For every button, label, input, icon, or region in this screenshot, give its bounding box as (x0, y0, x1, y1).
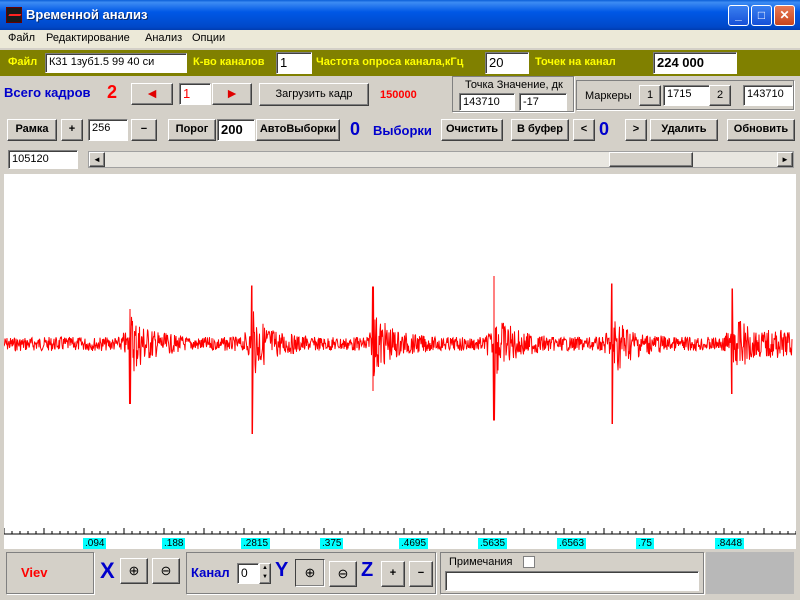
horizontal-scrollbar[interactable]: ◄ ► (88, 151, 794, 168)
notes-label: Примечания (449, 556, 513, 568)
x-axis-label: X (100, 558, 115, 583)
zoom-out-icon: ⊖ (160, 563, 172, 578)
channel-spinner[interactable]: ▲ ▼ (259, 563, 271, 584)
total-frames-value: 2 (107, 82, 118, 102)
z-minus-button[interactable]: − (409, 561, 433, 587)
zoom-out-icon: ⊖ (337, 566, 349, 581)
y-zoom-out-button[interactable]: ⊖ (329, 561, 357, 587)
threshold-button[interactable]: Порог (168, 119, 216, 141)
auto-samples-button[interactable]: АвтоВыборки (256, 119, 340, 141)
scroll-right-arrow[interactable]: ► (777, 152, 793, 167)
minimize-button[interactable]: _ (728, 5, 749, 26)
close-button[interactable]: ✕ (774, 5, 795, 26)
menu-options[interactable]: Опции (192, 32, 225, 44)
bottom-spacer (706, 552, 794, 594)
scroll-position-field[interactable]: 105120 (8, 150, 78, 169)
signal-waveform (4, 276, 793, 435)
point-value-header: Точка Значение, дк (465, 79, 563, 91)
file-name-field[interactable]: К31 1зуб1.5 99 40 си (45, 53, 187, 73)
buffer-count: 0 (599, 119, 610, 139)
window-title: Временной анализ (26, 7, 148, 22)
buffer-prev-button[interactable]: < (573, 119, 595, 141)
samples-count: 0 (350, 119, 361, 139)
load-count: 150000 (380, 89, 417, 101)
notes-checkbox[interactable] (523, 556, 535, 568)
frame-number-field[interactable]: 1 (179, 83, 211, 105)
channel-field[interactable]: 0 (237, 563, 259, 584)
threshold-field[interactable]: 200 (217, 119, 255, 141)
view-label: Viev (21, 565, 48, 580)
marker1-button[interactable]: 1 (639, 85, 661, 106)
signal-trace (4, 276, 793, 435)
delete-button[interactable]: Удалить (650, 119, 718, 141)
x-zoom-out-button[interactable]: ⊖ (152, 558, 180, 584)
y-axis-label: Y (275, 559, 289, 581)
sample-rate-field[interactable]: 20 (485, 52, 529, 74)
signal-plot[interactable] (4, 174, 796, 549)
point-field[interactable]: 143710 (459, 93, 515, 111)
scroll-thumb[interactable] (609, 152, 693, 167)
view-panel: Viev (6, 552, 94, 594)
channel-panel: Канал 0 ▲ ▼ Y ⊕ ⊖ Z + − (186, 552, 436, 594)
menu-edit[interactable]: Редактирование (46, 32, 130, 44)
clear-button[interactable]: Очистить (441, 119, 503, 141)
markers-label: Маркеры (585, 90, 632, 102)
total-frames-label: Всего кадров (4, 85, 91, 100)
load-frame-button[interactable]: Загрузить кадр (259, 83, 369, 106)
axis-tick-label: .75 (636, 538, 654, 549)
frame-minus-button[interactable]: − (131, 119, 157, 141)
menu-file[interactable]: Файл (8, 32, 35, 44)
zoom-in-icon: ⊕ (128, 563, 140, 578)
point-panel: Точка Значение, дк 143710 -17 (452, 76, 574, 112)
frame-button[interactable]: Рамка (7, 119, 57, 141)
frame-size-field[interactable]: 256 (88, 119, 128, 141)
to-buffer-button[interactable]: В буфер (511, 119, 569, 141)
frame-plus-button[interactable]: + (61, 119, 83, 141)
prev-frame-button[interactable]: ◄ (131, 83, 173, 105)
marker2-button[interactable]: 2 (709, 85, 731, 106)
samples-label: Выборки (373, 123, 432, 138)
channels-field[interactable]: 1 (276, 52, 312, 74)
z-axis-label: Z (361, 559, 374, 581)
file-info-bar: Файл К31 1зуб1.5 99 40 си К-во каналов 1… (0, 50, 800, 76)
menu-bar: Файл Редактирование Анализ Опции (0, 30, 800, 48)
marker1-field[interactable]: 1715 (663, 85, 713, 106)
axis-tick-label: .375 (320, 538, 344, 549)
point-value-field[interactable]: -17 (519, 93, 567, 111)
axis-tick-label: .6563 (557, 538, 587, 549)
channel-label: Канал (191, 565, 230, 580)
notes-panel: Примечания (440, 552, 704, 594)
axis-tick-label: .2815 (241, 538, 271, 549)
y-zoom-in-button[interactable]: ⊕ (295, 559, 325, 587)
bottom-toolbar: Viev X ⊕ ⊖ Канал 0 ▲ ▼ Y ⊕ ⊖ Z + − Примеч… (4, 550, 796, 598)
zoom-in-icon: ⊕ (304, 565, 316, 580)
x-zoom-in-button[interactable]: ⊕ (120, 558, 148, 584)
points-per-channel-label: Точек на канал (535, 56, 616, 68)
marker2-field[interactable]: 143710 (743, 85, 793, 106)
title-bar: Временной анализ _ □ ✕ (0, 0, 800, 30)
axis-tick-label: .188 (162, 538, 186, 549)
scroll-left-arrow[interactable]: ◄ (89, 152, 105, 167)
z-plus-button[interactable]: + (381, 561, 405, 587)
axis-tick-label: .8448 (715, 538, 745, 549)
notes-field[interactable] (445, 571, 699, 591)
menu-analysis[interactable]: Анализ (145, 32, 182, 44)
axis-tick-label: .5635 (478, 538, 508, 549)
axis-tick-label: .094 (83, 538, 107, 549)
axis-tick-label: .4695 (399, 538, 429, 549)
buffer-next-button[interactable]: > (625, 119, 647, 141)
maximize-button[interactable]: □ (751, 5, 772, 26)
frames-row: Всего кадров 2 ◄ 1 ► Загрузить кадр 1500… (0, 76, 800, 118)
points-per-channel-field[interactable]: 224 000 (653, 52, 737, 74)
refresh-button[interactable]: Обновить (727, 119, 795, 141)
samples-row: Рамка + 256 − Порог 200 АвтоВыборки 0 Вы… (0, 116, 800, 146)
file-label: Файл (8, 56, 38, 68)
markers-panel: Маркеры 1 1715 2 143710 (576, 80, 794, 110)
app-icon (6, 7, 22, 23)
sample-rate-label: Частота опроса канала,кГц (316, 56, 464, 68)
next-frame-button[interactable]: ► (212, 83, 252, 105)
channels-label: К-во каналов (193, 56, 265, 68)
